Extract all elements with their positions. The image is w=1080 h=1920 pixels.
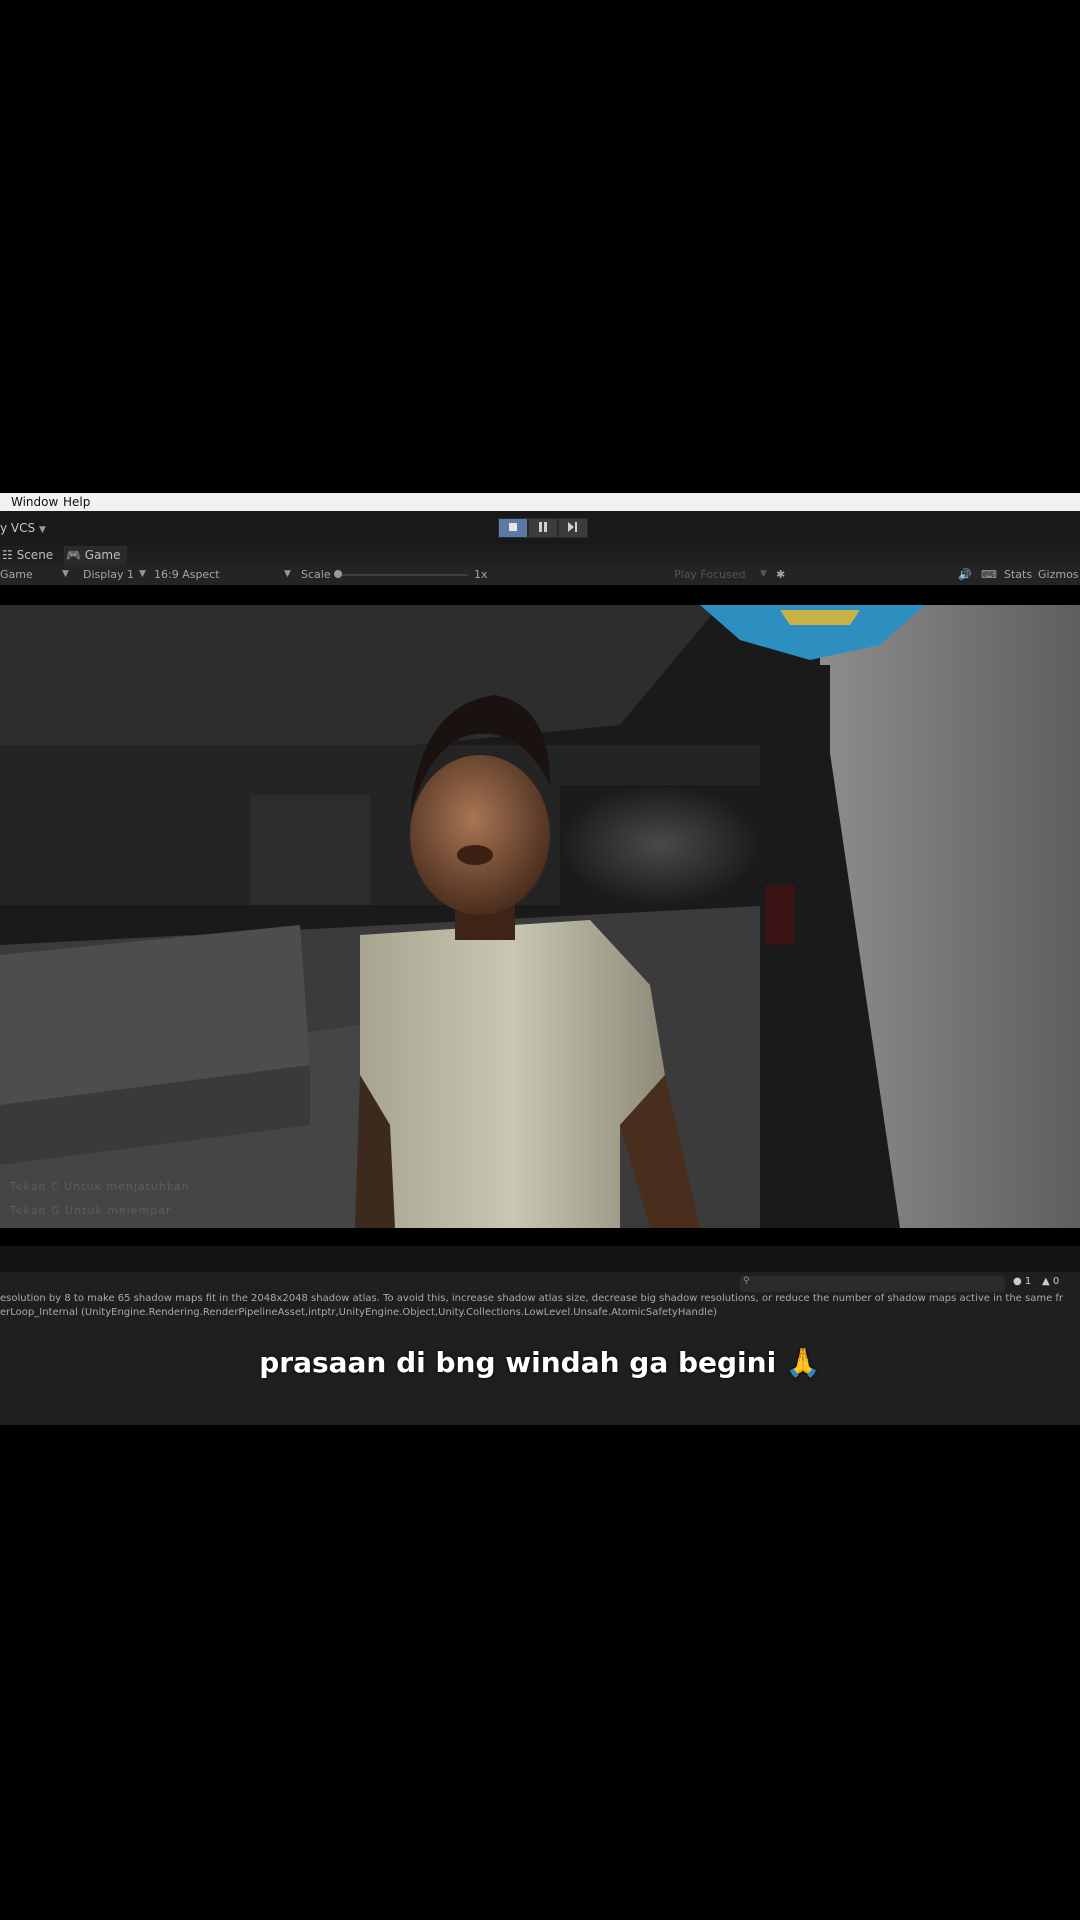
display-dropdown[interactable]: Display 1 — [83, 567, 134, 583]
tab-scene-label: Scene — [16, 548, 54, 562]
info-count: 1 — [1024, 1276, 1032, 1287]
scene-render — [0, 605, 1080, 1228]
chevron-down-icon: ▼ — [284, 569, 291, 579]
vcs-label: y VCS — [0, 521, 36, 535]
aspect-dropdown[interactable]: 16:9 Aspect — [154, 567, 220, 583]
hint-throw: Tekan G Untuk melempar — [10, 1204, 172, 1217]
view-tabs: ☷ Scene 🎮 Game — [0, 545, 1080, 565]
display-label: Display 1 — [83, 568, 135, 581]
menu-help[interactable]: Help — [63, 493, 90, 511]
info-icon: ● — [1013, 1276, 1022, 1287]
warning-icon: ▲ — [1042, 1276, 1050, 1287]
pause-button[interactable] — [528, 518, 558, 538]
vcs-dropdown[interactable]: y VCS ▼ — [0, 521, 46, 535]
menu-window[interactable]: Window — [11, 493, 58, 511]
gizmos-button[interactable]: Gizmos — [1038, 567, 1079, 583]
scale-value: 1x — [474, 568, 488, 581]
step-button[interactable] — [558, 518, 588, 538]
console-header — [0, 1246, 1080, 1272]
mode-dropdown[interactable]: Game — [0, 567, 33, 583]
aspect-label: 16:9 Aspect — [154, 568, 220, 581]
hint-drop: Tekan C Untuk menjatuhkan — [10, 1180, 190, 1193]
game-viewport[interactable]: Tekan C Untuk menjatuhkan Tekan G Untuk … — [0, 605, 1080, 1228]
tab-game-label: Game — [84, 548, 121, 562]
console-search-input[interactable]: ⚲ — [740, 1276, 1005, 1292]
scale-slider-track[interactable] — [338, 574, 468, 576]
hash-icon: ☷ — [2, 548, 13, 562]
warning-count: 0 — [1052, 1276, 1060, 1287]
bug-icon[interactable]: ✱ — [776, 567, 785, 583]
stop-icon — [509, 523, 517, 531]
keyboard-icon[interactable]: ⌨ — [981, 567, 997, 583]
scale-slider-handle[interactable] — [334, 570, 342, 578]
chevron-down-icon: ▼ — [62, 569, 69, 579]
mode-label: Game — [0, 568, 33, 581]
console-log-line[interactable]: esolution by 8 to make 65 shadow maps fi… — [0, 1293, 1063, 1304]
pause-icon — [539, 522, 547, 532]
video-caption: prasaan di bng windah ga begini 🙏 — [259, 1346, 821, 1379]
audio-icon[interactable]: 🔊 — [958, 567, 972, 583]
chevron-down-icon: ▼ — [139, 569, 146, 579]
warning-count-button[interactable]: ▲ 0 — [1042, 1276, 1059, 1287]
gamepad-icon: 🎮 — [66, 548, 81, 562]
chevron-down-icon: ▼ — [760, 569, 767, 579]
chevron-down-icon: ▼ — [38, 525, 46, 535]
console-log-line[interactable]: erLoop_Internal (UnityEngine.Rendering.R… — [0, 1307, 717, 1318]
game-view-toolbar: Game ▼ Display 1 ▼ 16:9 Aspect ▼ Scale 1… — [0, 565, 1080, 585]
step-icon — [568, 522, 577, 532]
play-stop-button[interactable] — [498, 518, 528, 538]
stats-button[interactable]: Stats — [1004, 567, 1032, 583]
tab-scene[interactable]: ☷ Scene — [0, 546, 59, 565]
info-count-button[interactable]: ● 1 — [1013, 1276, 1031, 1287]
menu-bar: Window Help — [0, 493, 1080, 511]
play-mode-dropdown[interactable]: Play Focused — [674, 567, 746, 583]
tab-game[interactable]: 🎮 Game — [64, 546, 127, 565]
scale-label: Scale — [301, 568, 331, 581]
search-icon: ⚲ — [743, 1276, 750, 1286]
